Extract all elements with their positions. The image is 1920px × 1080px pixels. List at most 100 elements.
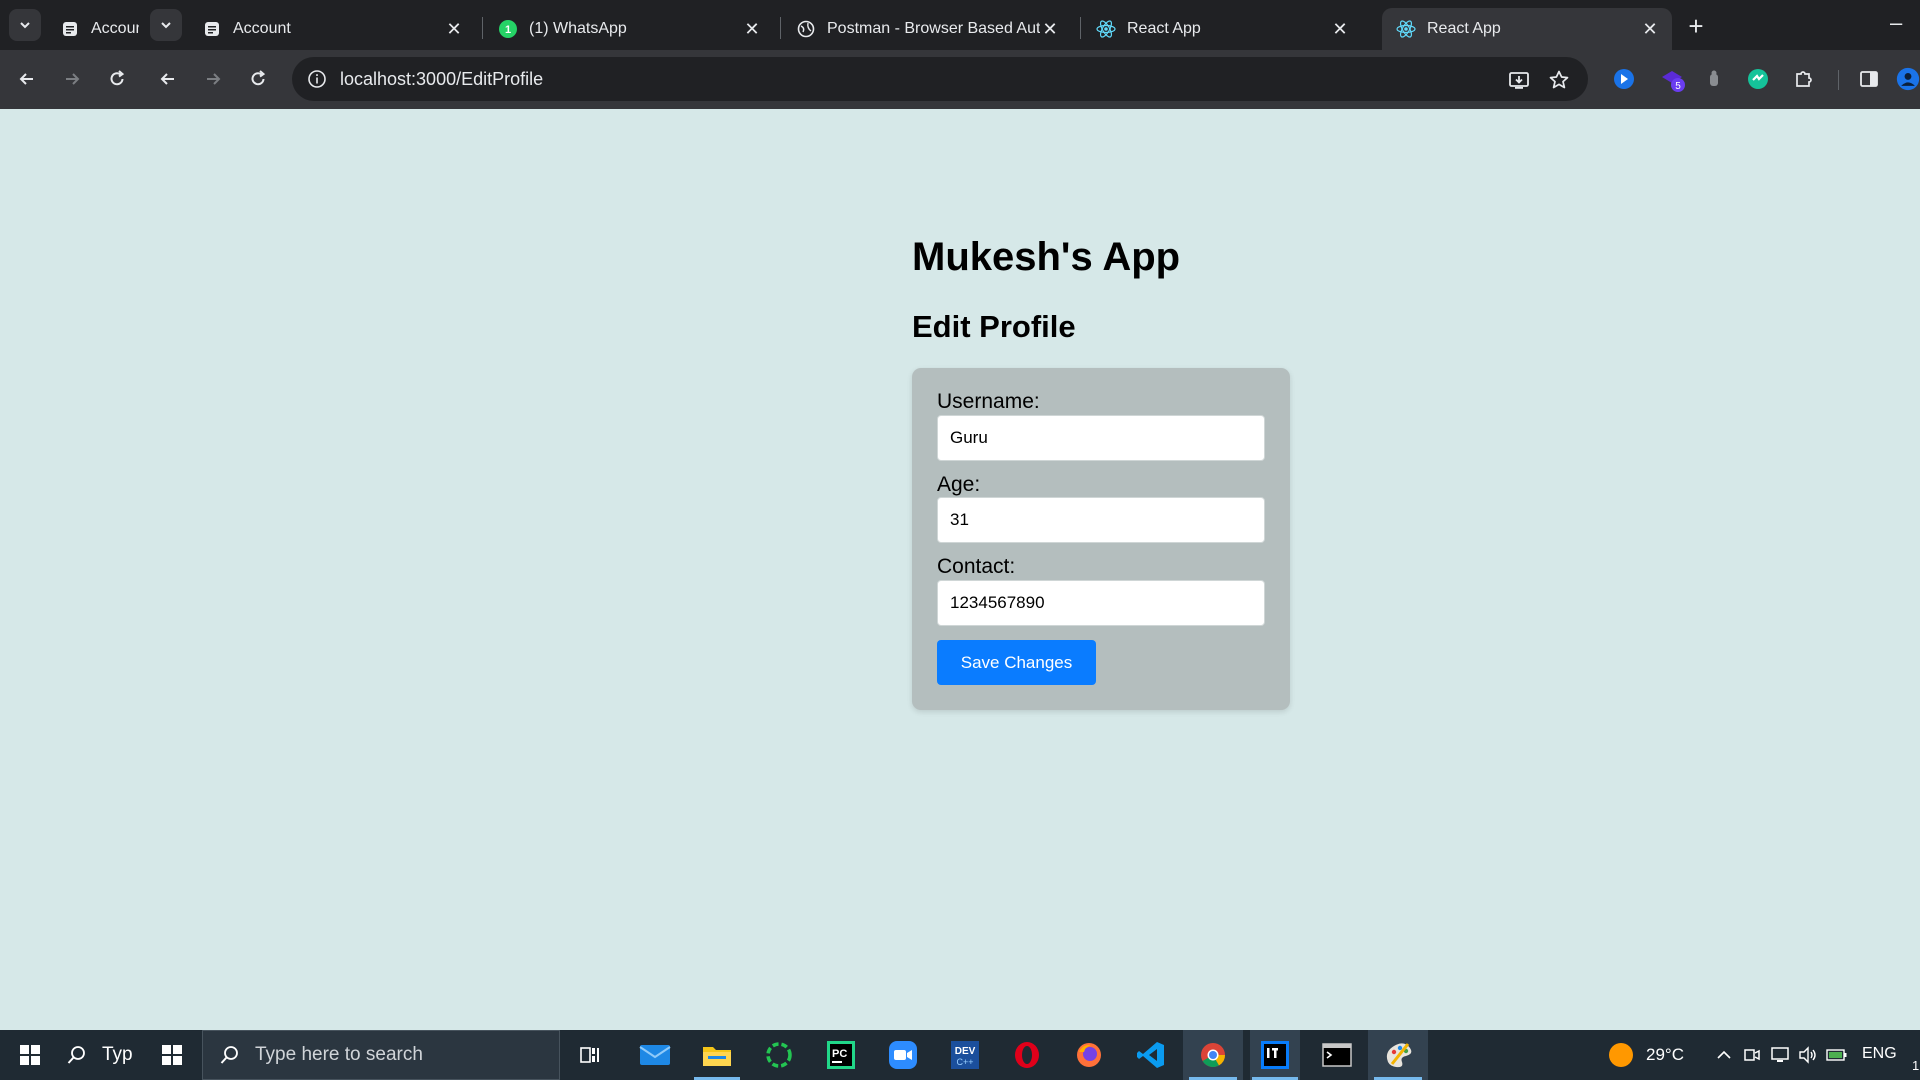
tab-react-app-1[interactable]: React App ✕ bbox=[1082, 8, 1362, 50]
tab-title: React App bbox=[1427, 20, 1501, 37]
tab-separator bbox=[482, 17, 483, 39]
arrow-right-icon bbox=[207, 73, 221, 85]
site-info-icon[interactable] bbox=[304, 66, 330, 92]
extension-purple-icon[interactable]: 5 bbox=[1658, 65, 1686, 93]
extension-green-icon[interactable] bbox=[1744, 65, 1772, 93]
intellij-icon[interactable] bbox=[1250, 1030, 1300, 1080]
taskbar: Typ Type here to search PC DEV C++ 29°C … bbox=[0, 1030, 1920, 1080]
extension-blue-icon[interactable] bbox=[1610, 65, 1638, 93]
windows-logo-icon bbox=[20, 1045, 40, 1065]
chrome-icon[interactable] bbox=[1183, 1030, 1243, 1080]
address-bar[interactable]: localhost:3000/EditProfile bbox=[292, 57, 1588, 101]
battery-icon[interactable] bbox=[1824, 1030, 1850, 1080]
tab-title: Account bbox=[233, 20, 291, 37]
search-short-text: Typ bbox=[102, 1044, 133, 1065]
tab-title: Accoun bbox=[91, 20, 139, 37]
username-input[interactable] bbox=[937, 415, 1265, 461]
extensions-puzzle-icon[interactable] bbox=[1790, 65, 1818, 93]
file-explorer-icon[interactable] bbox=[692, 1030, 742, 1080]
document-icon bbox=[60, 19, 80, 39]
forward-button[interactable] bbox=[57, 64, 87, 94]
reload-icon bbox=[251, 70, 266, 86]
react-icon bbox=[1096, 19, 1116, 39]
age-input[interactable] bbox=[937, 497, 1265, 543]
forward-button-2[interactable] bbox=[198, 64, 228, 94]
task-view-icon[interactable] bbox=[570, 1030, 610, 1080]
start-button[interactable] bbox=[8, 1030, 52, 1080]
volume-icon[interactable] bbox=[1796, 1030, 1820, 1080]
contact-input[interactable] bbox=[937, 580, 1265, 626]
browser-toolbar: localhost:3000/EditProfile 5 bbox=[0, 50, 1920, 109]
side-panel-icon[interactable] bbox=[1855, 65, 1883, 93]
bookmark-star-icon[interactable] bbox=[1546, 67, 1572, 93]
close-icon[interactable]: ✕ bbox=[1040, 19, 1060, 39]
install-app-icon[interactable] bbox=[1506, 67, 1532, 93]
vscode-icon[interactable] bbox=[1126, 1030, 1176, 1080]
browser-tab-bar: Accoun Account ✕ 1 (1) WhatsApp ✕ Postma… bbox=[0, 0, 1920, 50]
reload-button[interactable] bbox=[102, 64, 132, 94]
whatsapp-icon: 1 bbox=[498, 19, 518, 39]
clock-partial[interactable]: 1 bbox=[1912, 1058, 1919, 1073]
pycharm-icon[interactable]: PC bbox=[816, 1030, 866, 1080]
reload-icon bbox=[110, 70, 125, 86]
tab-react-app-active[interactable]: React App ✕ bbox=[1382, 8, 1672, 50]
search-icon bbox=[220, 1046, 238, 1064]
weather-temperature[interactable]: 29°C bbox=[1646, 1045, 1684, 1065]
tab-postman[interactable]: Postman - Browser Based Auth ✕ bbox=[782, 8, 1072, 50]
terminal-icon[interactable] bbox=[1312, 1030, 1362, 1080]
tab-title: React App bbox=[1127, 20, 1201, 37]
tab-separator bbox=[780, 17, 781, 39]
svg-text:C++: C++ bbox=[956, 1057, 973, 1067]
tab-account-1[interactable]: Accoun bbox=[46, 8, 151, 50]
contact-label: Contact: bbox=[937, 555, 1016, 578]
tab-group-button[interactable] bbox=[150, 9, 182, 41]
devcpp-icon[interactable]: DEV C++ bbox=[940, 1030, 990, 1080]
chevron-down-icon bbox=[161, 22, 171, 29]
svg-text:PC: PC bbox=[832, 1048, 847, 1060]
chevron-down-icon bbox=[20, 22, 30, 29]
age-label: Age: bbox=[937, 473, 981, 496]
back-button[interactable] bbox=[12, 64, 42, 94]
refresh-app-icon[interactable] bbox=[754, 1030, 804, 1080]
network-icon[interactable] bbox=[1768, 1030, 1792, 1080]
svg-text:1: 1 bbox=[505, 24, 511, 36]
opera-icon[interactable] bbox=[1002, 1030, 1052, 1080]
close-icon[interactable]: ✕ bbox=[742, 19, 762, 39]
paint-icon[interactable] bbox=[1368, 1030, 1428, 1080]
react-icon bbox=[1396, 19, 1416, 39]
close-icon[interactable]: ✕ bbox=[1640, 19, 1660, 39]
tab-separator bbox=[1080, 17, 1081, 39]
svg-text:DEV: DEV bbox=[955, 1046, 976, 1057]
tab-whatsapp[interactable]: 1 (1) WhatsApp ✕ bbox=[484, 8, 774, 50]
tab-title: (1) WhatsApp bbox=[529, 20, 627, 37]
arrow-left-icon bbox=[160, 73, 174, 85]
tab-search-button[interactable] bbox=[9, 9, 41, 41]
firefox-icon[interactable] bbox=[1064, 1030, 1114, 1080]
reload-button-2[interactable] bbox=[243, 64, 273, 94]
app-title: Mukesh's App bbox=[912, 235, 1181, 279]
close-icon[interactable]: ✕ bbox=[444, 19, 464, 39]
close-icon[interactable]: ✕ bbox=[1330, 19, 1350, 39]
zoom-icon[interactable] bbox=[878, 1030, 928, 1080]
back-button-2[interactable] bbox=[153, 64, 183, 94]
taskbar-search-box[interactable]: Type here to search bbox=[202, 1030, 560, 1080]
language-indicator[interactable]: ENG bbox=[1862, 1045, 1897, 1063]
windows-logo-icon bbox=[162, 1045, 182, 1065]
meet-now-icon[interactable] bbox=[1740, 1030, 1764, 1080]
save-changes-button[interactable]: Save Changes bbox=[937, 640, 1096, 685]
chevron-up-icon[interactable] bbox=[1712, 1030, 1736, 1080]
search-icon bbox=[67, 1046, 85, 1064]
extension-grey-icon[interactable] bbox=[1700, 65, 1728, 93]
mail-app-icon[interactable] bbox=[630, 1030, 680, 1080]
globe-icon bbox=[796, 19, 816, 39]
weather-sun-icon[interactable] bbox=[1604, 1030, 1638, 1080]
profile-avatar[interactable] bbox=[1896, 65, 1920, 93]
tab-account-2[interactable]: Account ✕ bbox=[188, 8, 476, 50]
search-button-short[interactable]: Typ bbox=[66, 1030, 146, 1080]
new-tab-button[interactable]: + bbox=[1682, 11, 1710, 41]
start-button-2[interactable] bbox=[150, 1030, 194, 1080]
arrow-right-icon bbox=[66, 73, 80, 85]
document-icon bbox=[202, 19, 222, 39]
minimize-button[interactable]: – bbox=[1890, 10, 1902, 36]
toolbar-separator bbox=[1838, 70, 1839, 90]
